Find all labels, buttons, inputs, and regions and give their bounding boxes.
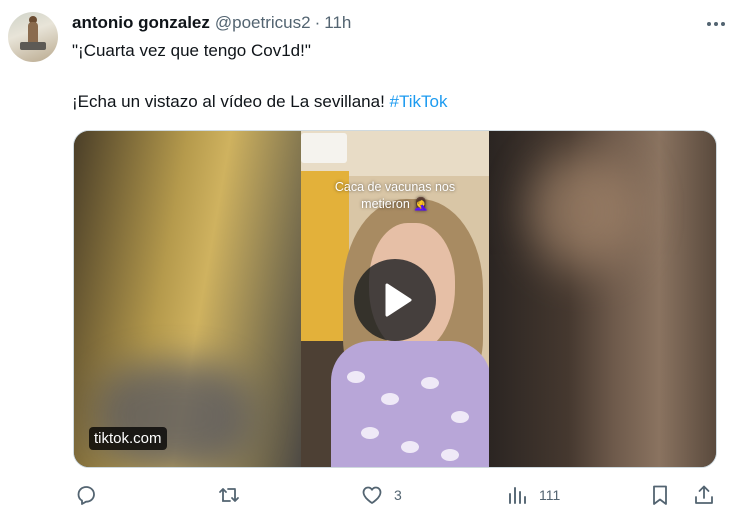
bookmark-button[interactable] bbox=[648, 482, 672, 508]
views-button[interactable]: 111 bbox=[505, 482, 560, 508]
tweet-text-line: ¡Echa un vistazo al vídeo de La sevillan… bbox=[72, 92, 385, 111]
media-card[interactable]: Caca de vacunas nos metieron 🤦‍♀️ tiktok… bbox=[73, 130, 717, 468]
tweet-text-body: ¡Echa un vistazo al vídeo de La sevillan… bbox=[72, 92, 448, 112]
retweet-button[interactable] bbox=[217, 482, 251, 508]
views-icon bbox=[509, 487, 526, 504]
play-button[interactable] bbox=[354, 259, 436, 341]
tweet-time[interactable]: 11h bbox=[324, 13, 351, 33]
blurred-background-right bbox=[489, 131, 716, 467]
tweet-header: antonio gonzalez @poetricus2 · 11h bbox=[72, 12, 351, 34]
air-conditioner bbox=[301, 133, 347, 163]
author-name[interactable]: antonio gonzalez bbox=[72, 13, 210, 33]
avatar[interactable] bbox=[8, 12, 58, 62]
separator-dot: · bbox=[314, 13, 321, 32]
bookmark-icon bbox=[653, 485, 667, 505]
share-icon bbox=[695, 485, 713, 504]
reply-icon bbox=[77, 486, 95, 505]
like-icon bbox=[362, 486, 382, 504]
link-domain-badge[interactable]: tiktok.com bbox=[89, 427, 167, 450]
like-button[interactable]: 3 bbox=[360, 482, 402, 508]
video-caption-line2: metieron 🤦‍♀️ bbox=[361, 197, 429, 211]
hashtag-link[interactable]: #TikTok bbox=[390, 92, 448, 111]
blurred-background-left bbox=[74, 131, 301, 467]
tweet-text-quote: "¡Cuarta vez que tengo Cov1d!" bbox=[72, 41, 311, 60]
retweet-icon bbox=[219, 488, 239, 502]
video-caption-line1: Caca de vacunas nos bbox=[334, 180, 456, 194]
author-handle[interactable]: @poetricus2 bbox=[215, 13, 311, 33]
play-icon bbox=[385, 283, 412, 317]
views-count: 111 bbox=[539, 487, 561, 503]
avatar-seat bbox=[20, 42, 46, 50]
video-caption: Caca de vacunas nos metieron 🤦‍♀️ bbox=[301, 179, 489, 213]
action-bar: 3 111 bbox=[72, 482, 722, 508]
like-count: 3 bbox=[394, 487, 402, 503]
share-button[interactable] bbox=[692, 482, 716, 508]
more-icon[interactable] bbox=[704, 14, 728, 34]
reply-button[interactable] bbox=[74, 482, 108, 508]
